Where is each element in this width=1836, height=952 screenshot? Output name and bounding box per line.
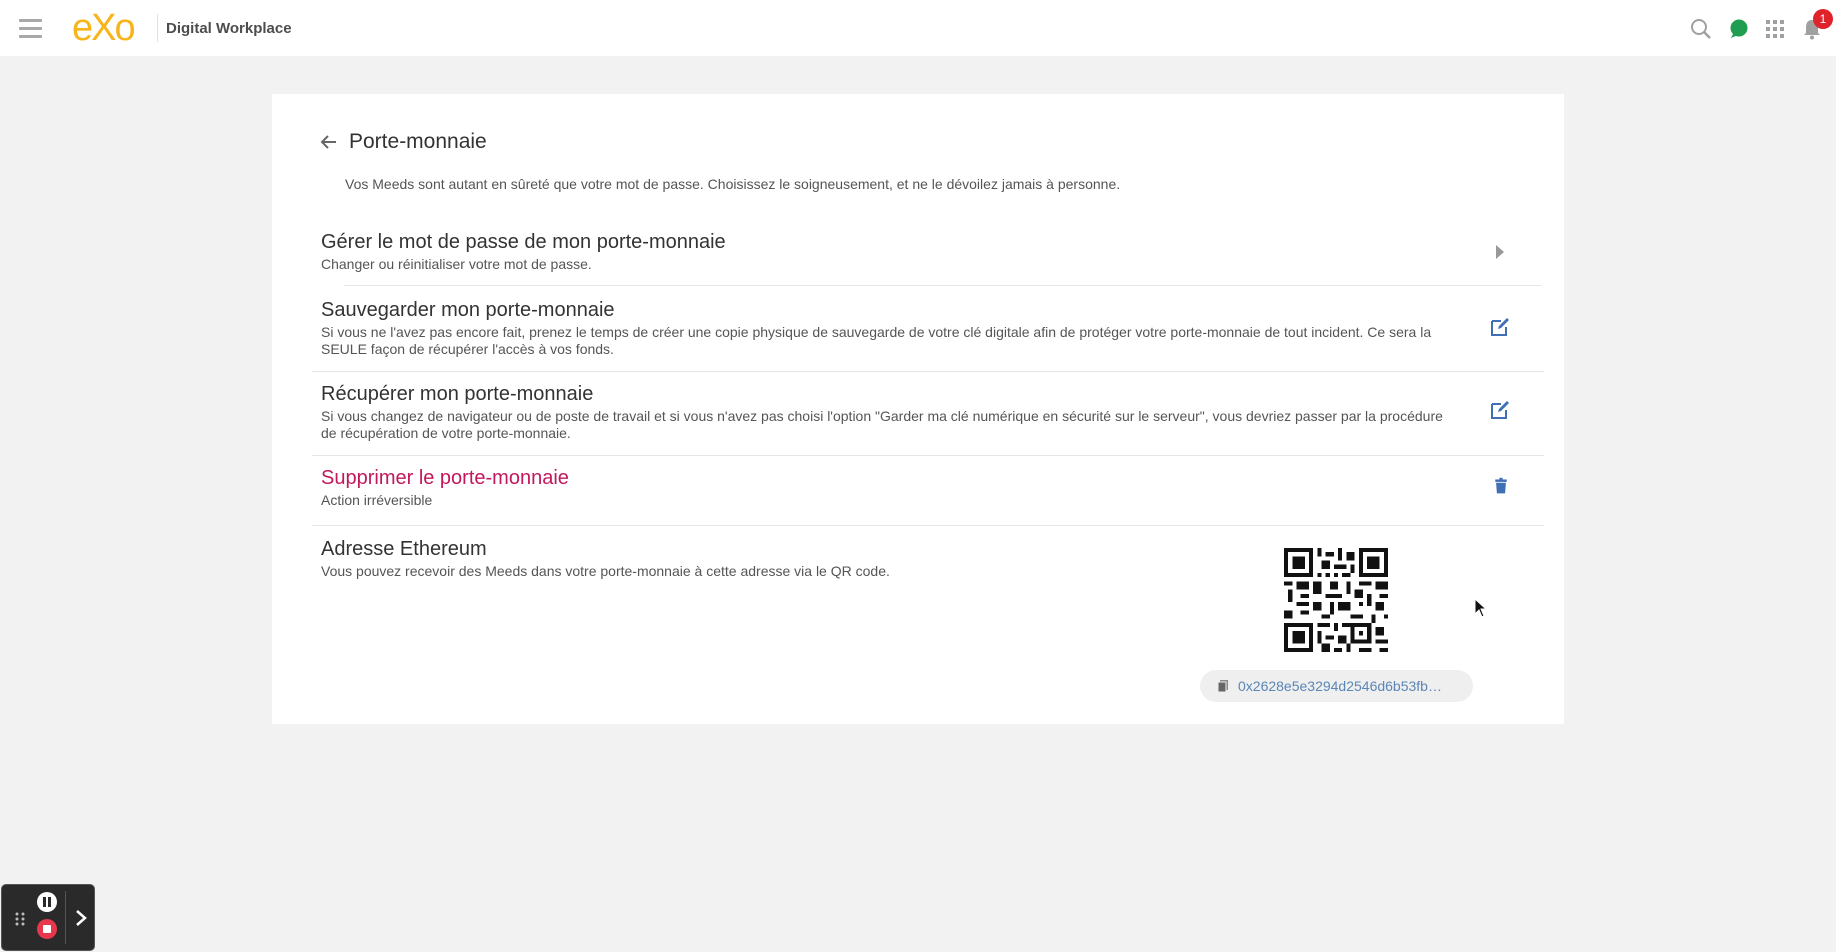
divider (312, 371, 1544, 372)
row-subtitle: Si vous changez de navigateur ou de post… (321, 408, 1443, 441)
page-title: Porte-monnaie (349, 130, 487, 153)
row-title: Supprimer le porte-monnaie (321, 467, 569, 489)
row-subtitle: Changer ou réinitialiser votre mot de pa… (321, 256, 592, 272)
qr-code (1284, 548, 1388, 652)
row-title: Gérer le mot de passe de mon porte-monna… (321, 231, 726, 253)
menu-icon[interactable] (19, 19, 42, 39)
expand-chevron-icon[interactable] (72, 907, 90, 929)
top-bar: eXo Digital Workplace 1 (0, 0, 1836, 56)
row-subtitle: Si vous ne l'avez pas encore fait, prene… (321, 324, 1432, 357)
backup-wallet-row: Sauvegarder mon porte-monnaie Si vous ne… (321, 298, 1521, 358)
row-title: Sauvegarder mon porte-monnaie (321, 299, 615, 321)
ethereum-address-chip[interactable]: 0x2628e5e3294d2546d6b53fb3... (1200, 670, 1473, 702)
edit-icon[interactable] (1489, 316, 1511, 338)
site-title[interactable]: Digital Workplace (166, 20, 292, 37)
row-title: Récupérer mon porte-monnaie (321, 383, 594, 405)
notification-badge: 1 (1813, 9, 1833, 29)
logo-text: eXo (72, 7, 136, 49)
row-subtitle: Action irréversible (321, 492, 433, 508)
chat-icon[interactable] (1727, 18, 1749, 40)
pause-recording-button[interactable] (37, 892, 57, 912)
chevron-right-icon[interactable] (1489, 241, 1511, 263)
mouse-cursor-icon (1474, 597, 1488, 618)
ethereum-address[interactable]: 0x2628e5e3294d2546d6b53fb3... (1238, 678, 1443, 694)
logo[interactable]: eXo (72, 7, 136, 49)
search-icon[interactable] (1690, 18, 1712, 40)
divider (65, 891, 66, 944)
trash-icon[interactable] (1492, 477, 1514, 499)
page-description: Vos Meeds sont autant en sûreté que votr… (345, 176, 1121, 192)
screen-recorder-widget (2, 885, 94, 950)
logo-divider (157, 14, 158, 42)
recover-wallet-row: Récupérer mon porte-monnaie Si vous chan… (321, 382, 1521, 442)
drag-handle-icon[interactable] (12, 909, 28, 929)
delete-wallet-row: Supprimer le porte-monnaie Action irréve… (321, 466, 1521, 509)
back-arrow-icon[interactable] (319, 132, 339, 152)
divider (312, 525, 1544, 526)
apps-grid-icon[interactable] (1764, 18, 1786, 40)
copy-icon[interactable] (1216, 679, 1230, 693)
stop-recording-button[interactable] (37, 919, 57, 939)
wallet-settings-card: Porte-monnaie Vos Meeds sont autant en s… (272, 94, 1564, 724)
divider (344, 285, 1541, 286)
divider (312, 455, 1544, 456)
edit-icon[interactable] (1489, 399, 1511, 421)
manage-password-row[interactable]: Gérer le mot de passe de mon porte-monna… (321, 230, 1521, 273)
